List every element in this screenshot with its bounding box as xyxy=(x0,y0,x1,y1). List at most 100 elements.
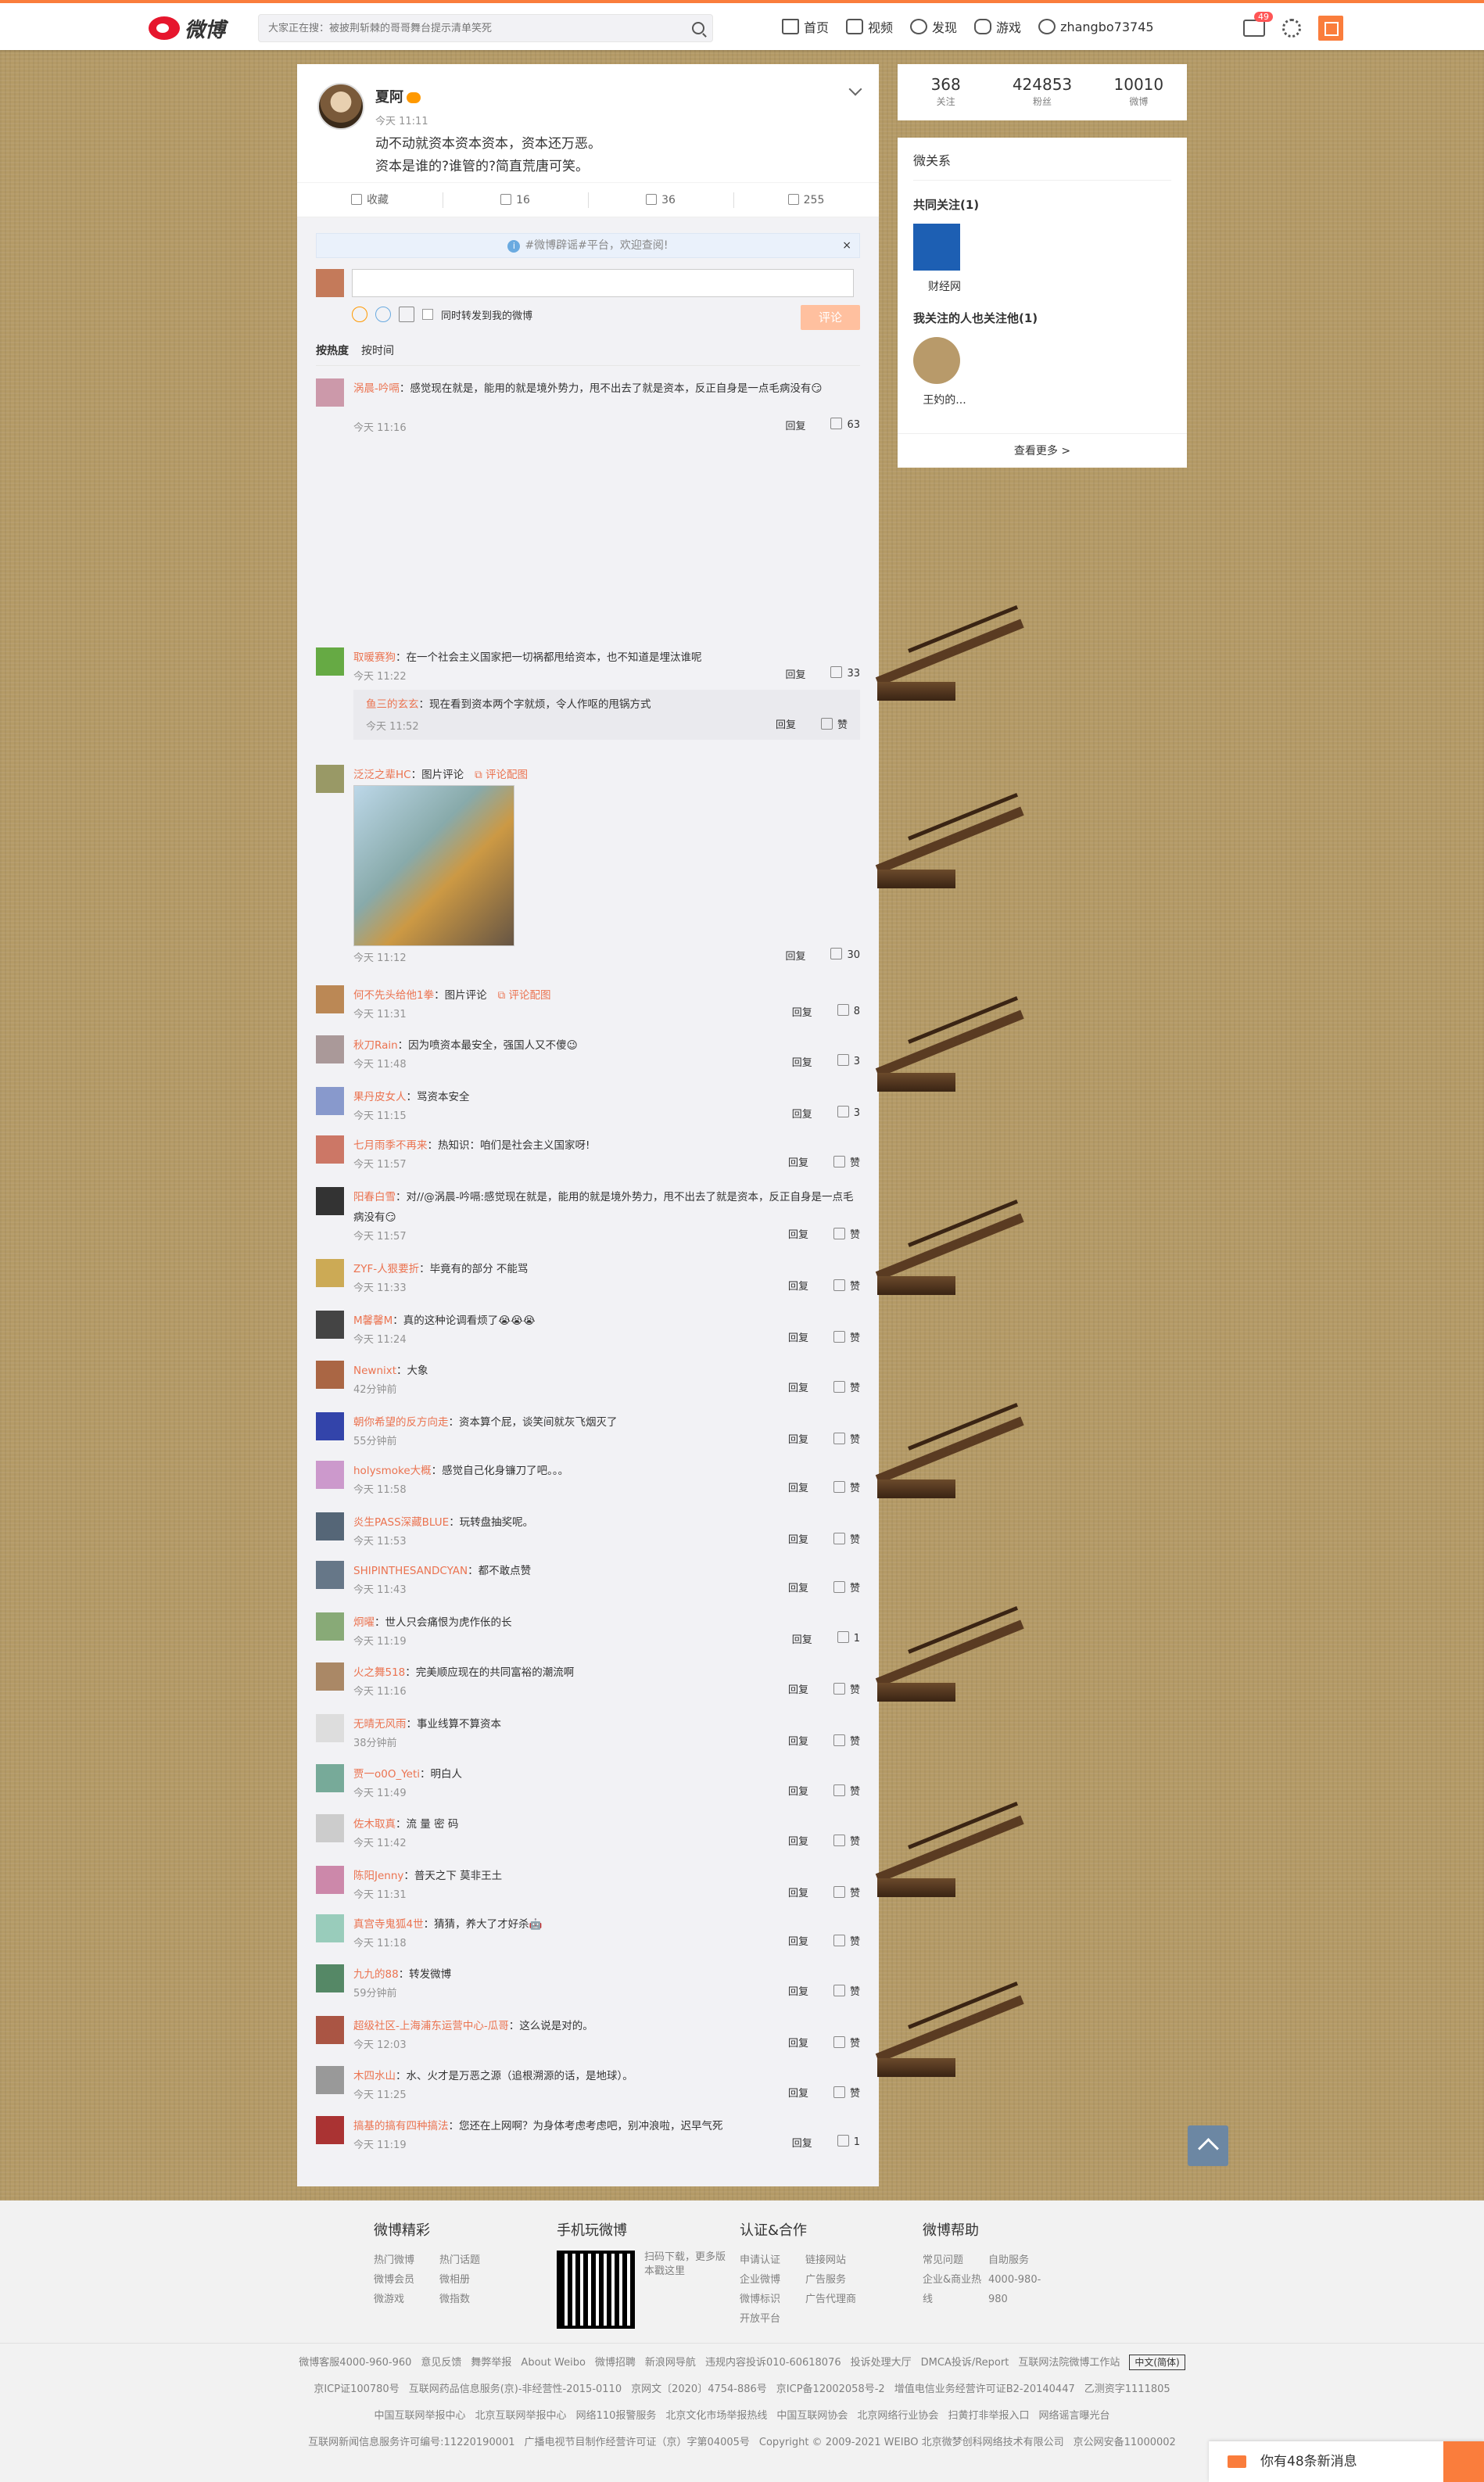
footer-link[interactable]: 微博客服4000-960-960 xyxy=(299,2357,411,2369)
commenter-avatar[interactable] xyxy=(316,1187,344,1215)
comment-time[interactable]: 今天 11:48 xyxy=(353,1056,407,1071)
commenter-name[interactable]: ZYF-人狠要折 xyxy=(353,1263,419,1275)
comment-like-button[interactable]: 30 xyxy=(830,948,860,963)
reply-button[interactable]: 回复 xyxy=(788,1885,808,1899)
nav-discover[interactable]: 发现 xyxy=(910,17,957,36)
footer-link[interactable]: 网络110报警服务 xyxy=(576,2410,657,2422)
comment-like-button[interactable]: 3 xyxy=(837,1054,860,1069)
commenter-name[interactable]: 搞基的搞有四种搞法 xyxy=(353,2120,449,2132)
footer-link[interactable]: 微游戏 xyxy=(374,2290,439,2309)
comment-image[interactable] xyxy=(353,785,514,946)
reply-button[interactable]: 回复 xyxy=(788,2035,808,2050)
footer-link[interactable]: DMCA投诉/Report xyxy=(921,2357,1009,2369)
commenter-avatar[interactable] xyxy=(316,1135,344,1164)
commenter-name[interactable]: 火之舞518 xyxy=(353,1666,405,1679)
footer-link[interactable]: 4000-980-980 xyxy=(988,2270,1054,2309)
reply-button[interactable]: 回复 xyxy=(788,1154,808,1169)
footer-link[interactable]: 京公网安备11000002 xyxy=(1074,2437,1176,2448)
common-follow-user[interactable]: 财经网 xyxy=(913,224,976,294)
comment-time[interactable]: 59分钟前 xyxy=(353,1985,397,2000)
commenter-name[interactable]: 泛泛之辈HC xyxy=(353,769,411,781)
comment-like-button[interactable]: 赞 xyxy=(833,1431,860,1446)
comment-like-button[interactable]: 赞 xyxy=(833,1681,860,1696)
reply-button[interactable]: 回复 xyxy=(788,1431,808,1446)
commenter-name[interactable]: 阳春白雪 xyxy=(353,1191,396,1203)
submit-comment-button[interactable]: 评论 xyxy=(801,305,860,330)
author-avatar[interactable] xyxy=(317,83,364,130)
reply-button[interactable]: 回复 xyxy=(792,1631,812,1646)
view-pic-link[interactable]: ⧉ 评论配图 xyxy=(475,769,528,781)
commenter-avatar[interactable] xyxy=(316,1612,344,1641)
comment-button[interactable]: 36 xyxy=(588,183,733,217)
footer-link[interactable]: 常见问题 xyxy=(923,2251,988,2270)
chevron-down-icon[interactable] xyxy=(848,82,862,96)
comment-time[interactable]: 55分钟前 xyxy=(353,1433,397,1447)
commenter-name[interactable]: 七月雨季不再来 xyxy=(353,1139,428,1152)
message-icon[interactable]: 49 xyxy=(1243,12,1273,37)
footer-link[interactable]: 互联网法院微博工作站 xyxy=(1018,2357,1120,2369)
comment-time[interactable]: 今天 11:15 xyxy=(353,1107,407,1122)
also-follow-user[interactable]: 王妁的... xyxy=(913,337,976,407)
reply-button[interactable]: 回复 xyxy=(788,1379,808,1394)
comment-time[interactable]: 今天 11:33 xyxy=(353,1279,407,1294)
commenter-name[interactable]: 涡晨-吟嗝 xyxy=(353,382,400,395)
search-input[interactable] xyxy=(259,15,665,41)
reply-button[interactable]: 回复 xyxy=(788,1833,808,1848)
search-icon[interactable] xyxy=(692,22,704,34)
footer-link[interactable]: 微相册 xyxy=(439,2270,505,2290)
comment-time[interactable]: 今天 11:31 xyxy=(353,1006,407,1020)
language-select[interactable]: 中文(简体) xyxy=(1129,2355,1185,2370)
comment-like-button[interactable]: 赞 xyxy=(833,1833,860,1848)
footer-link[interactable]: 投诉处理大厅 xyxy=(851,2357,912,2369)
commenter-avatar[interactable] xyxy=(316,2016,344,2044)
reply-button[interactable]: 回复 xyxy=(788,1580,808,1594)
comment-like-button[interactable]: 赞 xyxy=(833,1733,860,1748)
footer-link[interactable]: 扫码下载，更多版本戳这里 xyxy=(644,2251,730,2279)
repost-button[interactable]: 16 xyxy=(443,183,588,217)
footer-link[interactable]: 意见反馈 xyxy=(421,2357,461,2369)
reply-button[interactable]: 回复 xyxy=(785,948,805,963)
comment-time[interactable]: 今天 11:42 xyxy=(353,1835,407,1849)
footer-link[interactable]: 微博招聘 xyxy=(595,2357,636,2369)
commenter-avatar[interactable] xyxy=(316,1662,344,1691)
comment-time[interactable]: 今天 11:49 xyxy=(353,1784,407,1799)
commenter-name[interactable]: 无晴无风雨 xyxy=(353,1718,407,1731)
commenter-avatar[interactable] xyxy=(316,1361,344,1389)
comment-time[interactable]: 今天 11:58 xyxy=(353,1481,407,1496)
reply-button[interactable]: 回复 xyxy=(785,666,805,681)
comment-time[interactable]: 今天 11:12 xyxy=(353,949,407,964)
reply-button[interactable]: 回复 xyxy=(785,418,805,432)
reply-button[interactable]: 回复 xyxy=(788,1933,808,1948)
reply-button[interactable]: 回复 xyxy=(788,1733,808,1748)
commenter-avatar[interactable] xyxy=(316,1714,344,1742)
commenter-name[interactable]: 朝你希望的反方向走 xyxy=(353,1416,449,1429)
sort-hot-tab[interactable]: 按热度 xyxy=(316,343,349,358)
like-button[interactable]: 255 xyxy=(733,183,879,217)
comment-time[interactable]: 今天 12:03 xyxy=(353,2036,407,2051)
commenter-name[interactable]: 木四水山 xyxy=(353,2070,396,2082)
footer-link[interactable]: 京网文〔2020〕4754-886号 xyxy=(631,2383,767,2395)
footer-link[interactable]: 扫黄打非举报入口 xyxy=(948,2410,1029,2422)
footer-link[interactable]: 链接网站 xyxy=(805,2251,871,2270)
commenter-avatar[interactable] xyxy=(316,1461,344,1489)
comment-time[interactable]: 今天 11:16 xyxy=(353,419,407,434)
comment-like-button[interactable]: 63 xyxy=(830,418,860,432)
gear-icon[interactable] xyxy=(1282,19,1301,38)
footer-link[interactable]: 热门话题 xyxy=(439,2251,505,2270)
nav-home[interactable]: 首页 xyxy=(782,17,829,36)
comment-like-button[interactable]: 1 xyxy=(837,1631,860,1646)
comment-like-button[interactable]: 赞 xyxy=(833,1783,860,1798)
commenter-name[interactable]: 炎生PASS深藏BLUE xyxy=(353,1516,449,1529)
footer-link[interactable]: 微博标识 xyxy=(740,2290,805,2309)
comment-like-button[interactable]: 33 xyxy=(830,666,860,681)
commenter-avatar[interactable] xyxy=(316,2116,344,2144)
comment-like-button[interactable]: 赞 xyxy=(833,1278,860,1293)
comment-like-button[interactable]: 赞 xyxy=(833,1480,860,1494)
comment-like-button[interactable]: 赞 xyxy=(833,1885,860,1899)
footer-link[interactable]: 开放平台 xyxy=(740,2309,805,2329)
commenter-name[interactable]: 取暖赛狗 xyxy=(353,651,396,664)
commenter-name[interactable]: SHIPINTHESANDCYAN xyxy=(353,1565,468,1577)
commenter-avatar[interactable] xyxy=(316,1087,344,1115)
new-message-tip[interactable]: 你有48条新消息 xyxy=(1209,2441,1484,2482)
commenter-avatar[interactable] xyxy=(316,1035,344,1063)
